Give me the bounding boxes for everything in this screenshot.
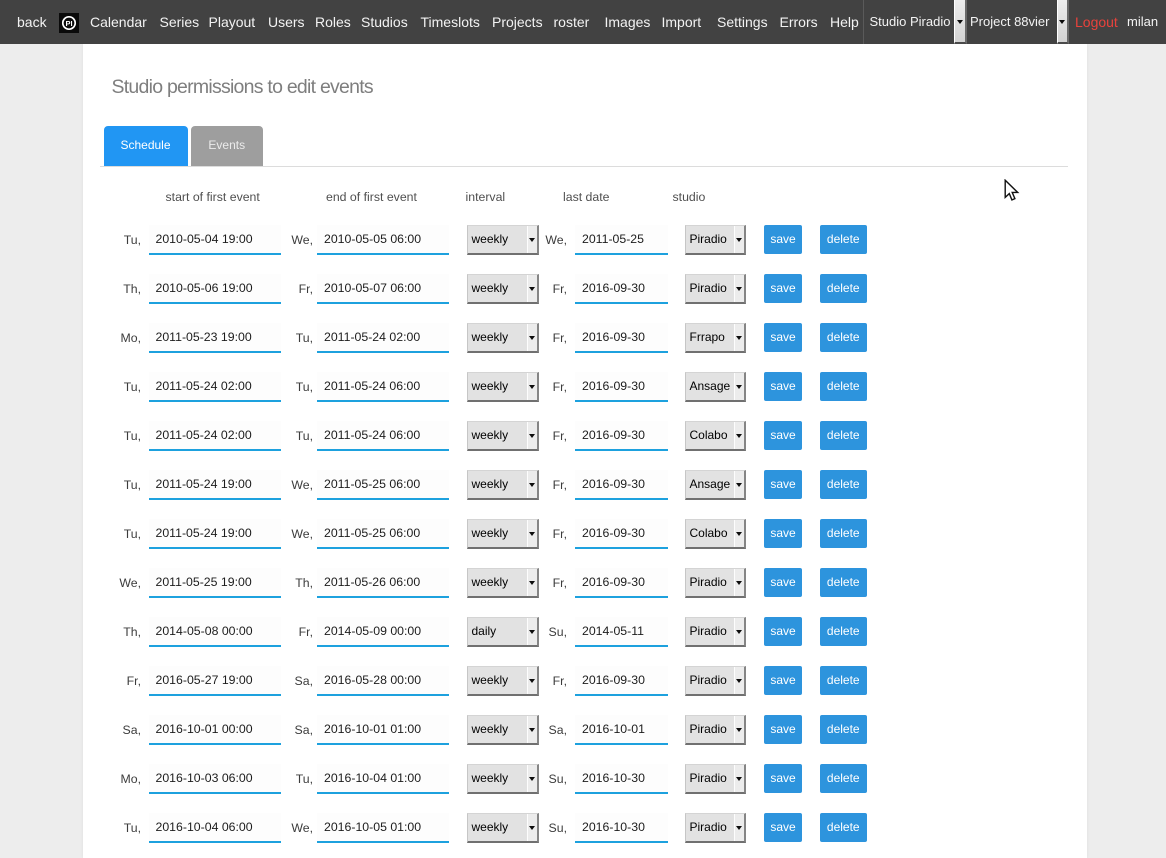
svg-text:PI: PI (65, 19, 72, 28)
